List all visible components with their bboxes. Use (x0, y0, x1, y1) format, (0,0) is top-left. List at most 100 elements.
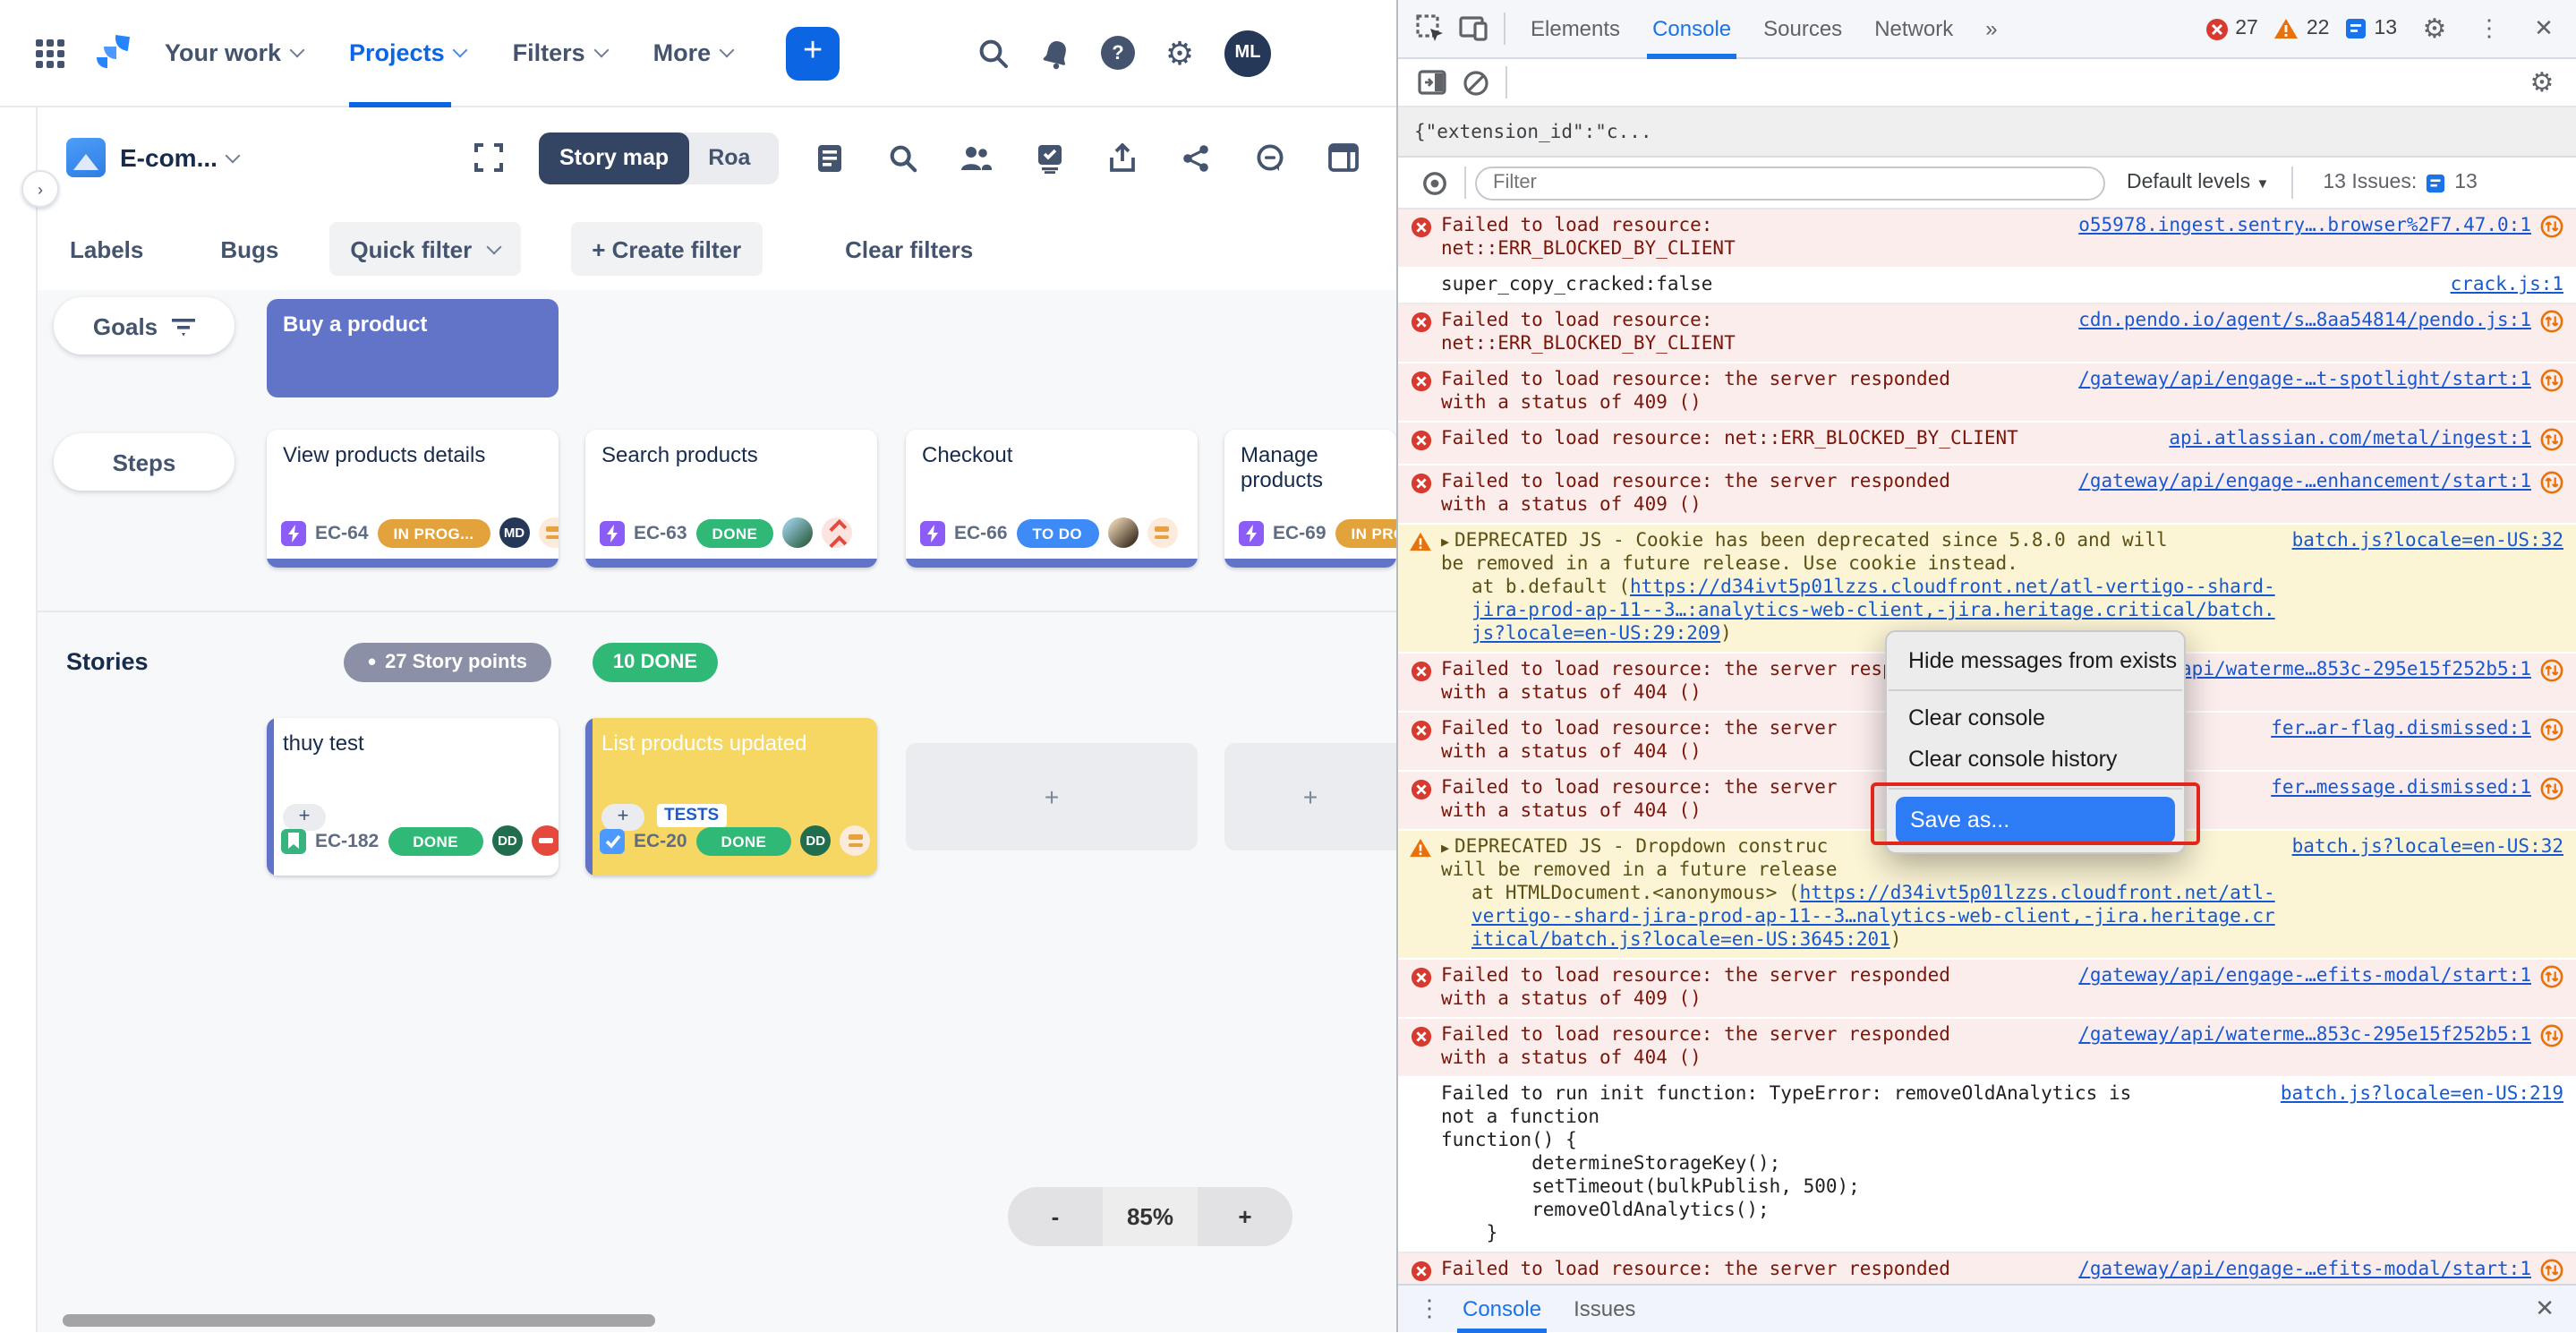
story-card[interactable]: thuy test+EC-182DONEDD (267, 718, 559, 876)
devtools-settings-gear-icon[interactable]: ⚙ (2413, 7, 2456, 50)
clear-console-icon[interactable] (1454, 61, 1497, 104)
nav-item-projects[interactable]: Projects (349, 0, 466, 107)
adblocker-initiator-icon[interactable] (2540, 471, 2563, 501)
assignee-avatar[interactable]: MD (499, 517, 530, 548)
console-message-error[interactable]: Failed to load resource: the server resp… (1398, 1253, 2576, 1286)
devtools-menu-kebab-icon[interactable]: ⋮ (2472, 14, 2506, 43)
source-link[interactable]: /gateway/api/engage-…efits-modal/start:1 (2078, 1259, 2531, 1282)
export-icon[interactable] (1105, 140, 1141, 175)
source-link[interactable]: batch.js?locale=en-US:32 (2292, 836, 2563, 859)
goal-card[interactable]: Buy a product (267, 299, 559, 397)
nav-item-more[interactable]: More (653, 0, 733, 107)
console-message-error[interactable]: Failed to load resource: the server resp… (1398, 1019, 2576, 1078)
assignee-avatar[interactable]: DD (492, 825, 523, 856)
clear-filters-link[interactable]: Clear filters (845, 235, 973, 262)
error-count-badge[interactable]: 27 (2205, 17, 2258, 40)
jira-logo-icon[interactable] (93, 31, 140, 74)
add-story-placeholder[interactable]: + (906, 743, 1198, 850)
source-link[interactable]: batch.js?locale=en-US:32 (2292, 530, 2563, 553)
quick-filter-button[interactable]: Quick filter (328, 222, 520, 276)
user-avatar[interactable]: ML (1224, 30, 1271, 76)
board-search-icon[interactable] (885, 140, 921, 175)
default-levels-dropdown[interactable]: Default levels ▼ (2127, 172, 2269, 193)
warning-count-badge[interactable]: 22 (2274, 18, 2330, 39)
devtools-tab-console[interactable]: Console (1636, 0, 1747, 58)
assignee-avatar[interactable] (1107, 517, 1138, 548)
adblocker-initiator-icon[interactable] (2540, 965, 2563, 995)
share-icon[interactable] (1179, 140, 1215, 175)
console-filter-input[interactable] (1475, 166, 2105, 200)
more-tabs-icon[interactable]: » (1969, 0, 2013, 58)
issues-counter[interactable]: 13 Issues: 13 (2323, 172, 2477, 193)
add-story-placeholder[interactable]: + (1224, 743, 1396, 850)
settings-gear-icon[interactable]: ⚙ (1162, 35, 1198, 71)
expand-triangle-icon[interactable]: ▶ (1441, 534, 1449, 550)
zoom-in-button[interactable]: + (1198, 1187, 1292, 1246)
menu-item-hide-messages-from-exists[interactable]: Hide messages from exists (1887, 641, 2184, 682)
adblocker-initiator-icon[interactable] (2540, 777, 2563, 807)
step-card[interactable]: View products detailsEC-64IN PROG...MD (267, 430, 559, 568)
story-card[interactable]: List products updated+TESTSEC-20DONEDD (585, 718, 877, 876)
drawer-tab-issues[interactable]: Issues (1557, 1285, 1651, 1333)
console-settings-gear-icon[interactable]: ⚙ (2521, 61, 2563, 104)
create-button[interactable]: + (786, 26, 840, 80)
view-settings-icon[interactable] (812, 140, 848, 175)
steps-row-label[interactable]: Steps (54, 433, 235, 491)
source-link[interactable]: /gateway/api/engage-…enhancement/start:1 (2078, 471, 2531, 494)
source-link[interactable]: crack.js:1 (2451, 274, 2563, 297)
create-filter-button[interactable]: + Create filter (570, 222, 763, 276)
drawer-menu-kebab-icon[interactable]: ⋮ (1412, 1295, 1446, 1323)
dock-sidebar-icon[interactable] (1411, 61, 1454, 104)
source-link[interactable]: batch.js?locale=en-US:219 (2281, 1083, 2563, 1107)
source-link[interactable]: cdn.pendo.io/agent/s…8aa54814/pendo.js:1 (2078, 310, 2531, 333)
app-switcher-icon[interactable] (36, 38, 64, 67)
filter-labels[interactable]: Labels (70, 235, 143, 262)
fullscreen-icon[interactable] (472, 140, 508, 175)
view-tab-roa[interactable]: Roa (688, 132, 770, 184)
inspect-element-icon[interactable] (1409, 7, 1452, 50)
project-avatar-icon[interactable] (66, 138, 106, 177)
devtools-tab-sources[interactable]: Sources (1747, 0, 1858, 58)
goals-row-label[interactable]: Goals (54, 297, 235, 355)
menu-item-save-as[interactable]: Save as... (1896, 797, 2175, 843)
project-title[interactable]: E-com... (120, 143, 218, 172)
people-icon[interactable] (959, 140, 994, 175)
source-link[interactable]: fer…ar-flag.dismissed:1 (2271, 718, 2531, 741)
live-expression-eye-icon[interactable] (1412, 161, 1455, 204)
expand-sidebar-button[interactable]: › (21, 170, 59, 208)
console-message-error[interactable]: Failed to load resource:net::ERR_BLOCKED… (1398, 209, 2576, 269)
assignee-avatar[interactable] (782, 517, 813, 548)
nav-item-your-work[interactable]: Your work (165, 0, 303, 107)
board-check-icon[interactable] (1032, 140, 1068, 175)
zoom-out-button[interactable]: - (1008, 1187, 1103, 1246)
adblocker-initiator-icon[interactable] (2540, 1259, 2563, 1286)
console-context-bar[interactable]: {"extension_id":"c... (1398, 107, 2576, 158)
menu-item-clear-console-history[interactable]: Clear console history (1887, 739, 2184, 781)
expand-triangle-icon[interactable]: ▶ (1441, 840, 1449, 856)
message-count-badge[interactable]: 13 (2345, 18, 2397, 39)
console-message-error[interactable]: Failed to load resource: the server resp… (1398, 466, 2576, 525)
step-card[interactable]: CheckoutEC-66TO DO (906, 430, 1198, 568)
search-icon[interactable] (976, 35, 1011, 71)
console-message-error[interactable]: Failed to load resource:net::ERR_BLOCKED… (1398, 304, 2576, 363)
filter-bugs[interactable]: Bugs (220, 235, 278, 262)
console-message-log[interactable]: Failed to run init function: TypeError: … (1398, 1078, 2576, 1253)
source-link[interactable]: o55978.ingest.sentry….browser%2F7.47.0:1 (2078, 215, 2531, 238)
drawer-close-icon[interactable]: ✕ (2528, 1295, 2562, 1323)
view-tab-story-map[interactable]: Story map (540, 132, 688, 184)
step-card[interactable]: Search productsEC-63DONE (585, 430, 877, 568)
source-link[interactable]: api.atlassian.com/metal/ingest:1 (2169, 428, 2531, 451)
menu-item-clear-console[interactable]: Clear console (1887, 698, 2184, 739)
source-link[interactable]: /gateway/api/engage-…efits-modal/start:1 (2078, 965, 2531, 988)
devtools-tab-network[interactable]: Network (1858, 0, 1969, 58)
console-message-error[interactable]: Failed to load resource: the server resp… (1398, 363, 2576, 423)
source-link[interactable]: /gateway/api/engage-…t-spotlight/start:1 (2078, 369, 2531, 392)
devtools-tab-elements[interactable]: Elements (1514, 0, 1636, 58)
help-icon[interactable]: ? (1101, 36, 1135, 70)
nav-item-filters[interactable]: Filters (513, 0, 607, 107)
adblocker-initiator-icon[interactable] (2540, 215, 2563, 245)
console-message-log[interactable]: super_copy_cracked:falsecrack.js:1 (1398, 269, 2576, 304)
drawer-tab-console[interactable]: Console (1446, 1285, 1557, 1333)
feedback-icon[interactable] (1252, 140, 1288, 175)
console-message-error[interactable]: Failed to load resource: the server resp… (1398, 960, 2576, 1019)
